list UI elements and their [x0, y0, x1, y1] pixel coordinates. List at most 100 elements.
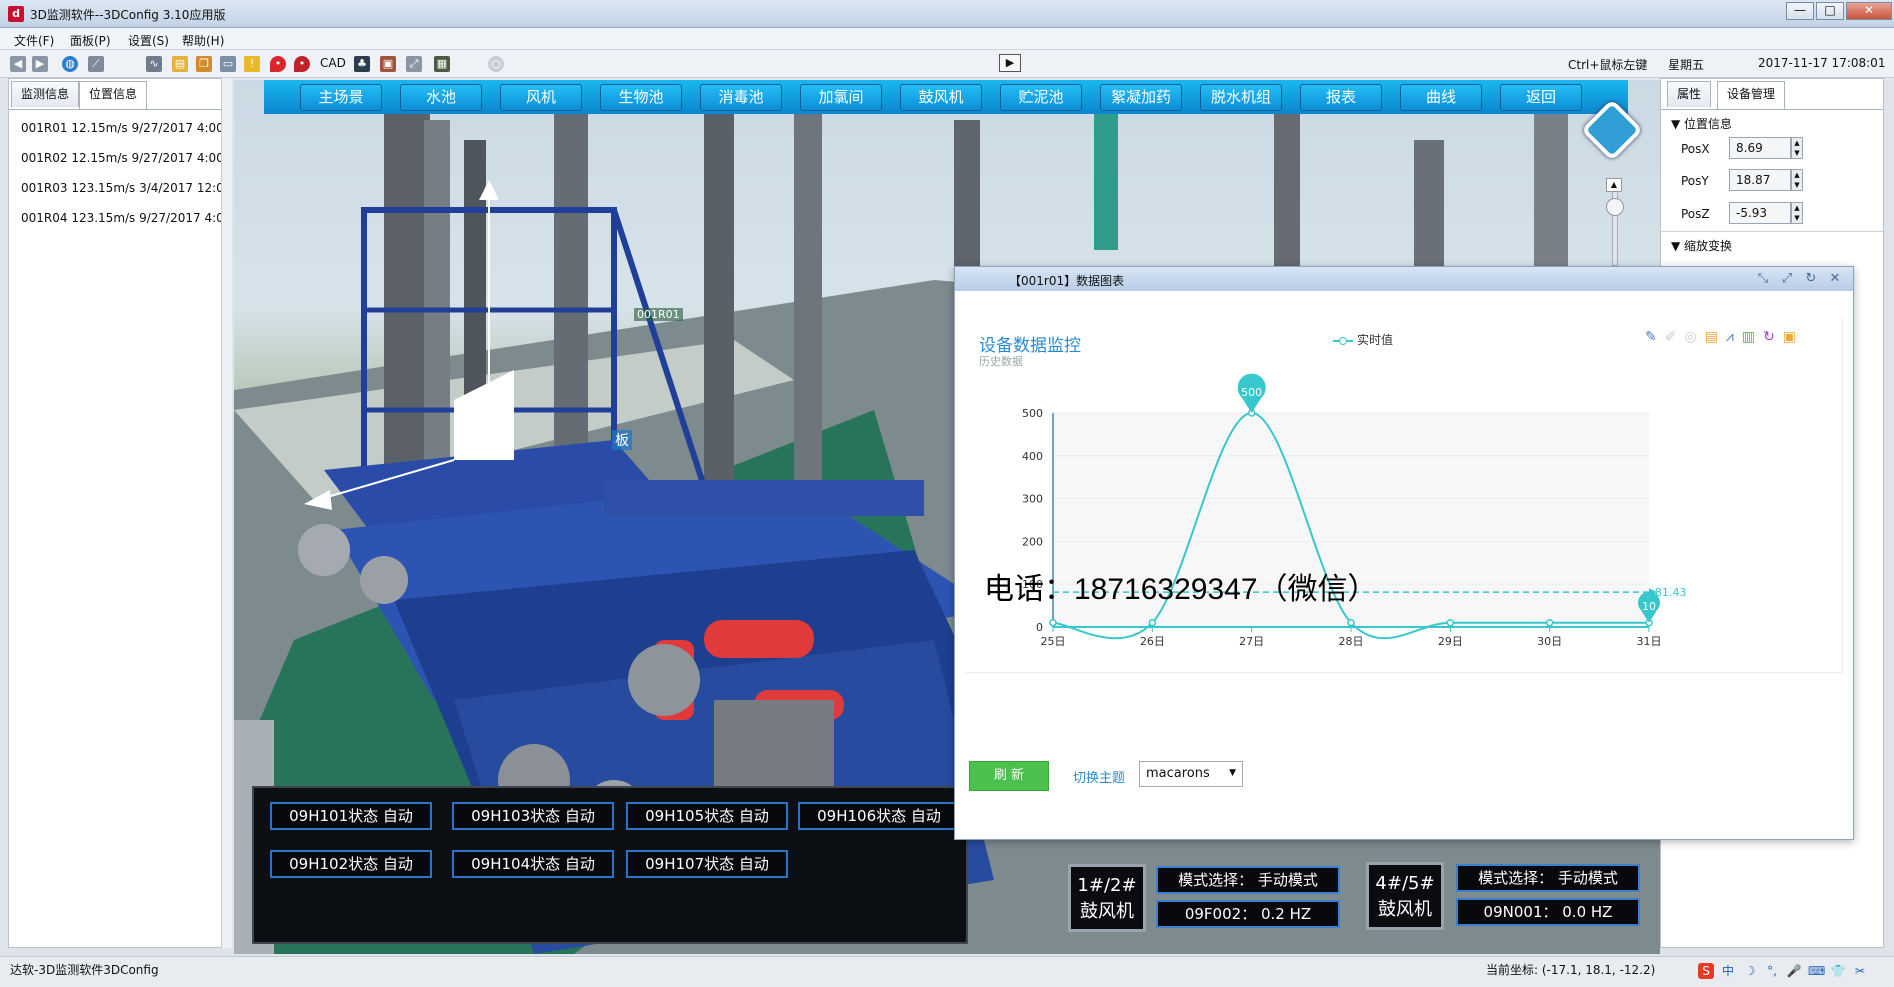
- posy-spinner[interactable]: ▲ ▼: [1791, 169, 1803, 191]
- blower-group-1-name: 鼓风机: [1080, 901, 1134, 922]
- x-tick-label: 27日: [1239, 635, 1264, 648]
- close-window-button[interactable]: ✕: [1846, 2, 1892, 20]
- list-item[interactable]: 001R03 123.15m/s 3/4/2017 12:0: [21, 181, 226, 195]
- blower-group-2-name: 鼓风机: [1378, 899, 1432, 920]
- ime-moon-icon[interactable]: ☽: [1742, 963, 1758, 979]
- status-09h104[interactable]: 09H104状态 自动: [452, 850, 614, 878]
- ime-skin-icon[interactable]: 👕: [1830, 963, 1846, 979]
- tab-properties[interactable]: 属性: [1667, 81, 1712, 107]
- menu-file[interactable]: 文件(F): [14, 32, 54, 49]
- blower-1-reading: 09F002： 0.2 HZ: [1156, 900, 1340, 928]
- posz-input[interactable]: -5.93: [1729, 202, 1791, 224]
- package-icon[interactable]: ▣: [380, 56, 396, 72]
- status-09h105[interactable]: 09H105状态 自动: [626, 802, 788, 830]
- zoom-up-arrow-icon[interactable]: ▲: [1606, 178, 1622, 192]
- posz-spinner[interactable]: ▲ ▼: [1791, 202, 1803, 224]
- window-icon[interactable]: ▭: [220, 56, 236, 72]
- posx-spinner[interactable]: ▲ ▼: [1791, 137, 1803, 159]
- nav-sludge-tank[interactable]: 贮泥池: [1000, 84, 1082, 111]
- globe-icon[interactable]: ◍: [62, 56, 78, 72]
- ime-mic-icon[interactable]: 🎤: [1786, 963, 1802, 979]
- close-icon[interactable]: ✕: [1825, 270, 1845, 288]
- chart-card: 设备数据监控 历史数据 实时值 ✎✐◎▤⩘▥↻▣ 0 100 200 300 400 50…: [965, 317, 1843, 673]
- expand-icon[interactable]: ⤢: [1777, 270, 1797, 288]
- nav-main-scene[interactable]: 主场景: [300, 84, 382, 111]
- minimize-button[interactable]: —: [1786, 2, 1814, 20]
- pin-icon[interactable]: •: [294, 56, 310, 72]
- play-button[interactable]: ▶: [999, 54, 1021, 72]
- pin-red-icon[interactable]: •: [270, 56, 286, 72]
- tab-position-info[interactable]: 位置信息: [79, 81, 148, 109]
- posy-input[interactable]: 18.87: [1729, 169, 1791, 191]
- theme-value: macarons: [1146, 766, 1210, 781]
- list-item[interactable]: 001R04 123.15m/s 9/27/2017 4:0: [21, 211, 226, 225]
- copy-icon[interactable]: ❐: [196, 56, 212, 72]
- gallery-icon[interactable]: ▦: [434, 56, 450, 72]
- data-point: [1545, 618, 1554, 627]
- section-divider: [1661, 231, 1883, 232]
- status-09h101[interactable]: 09H101状态 自动: [270, 802, 432, 830]
- section-scale-transform[interactable]: ▼ 缩放变换: [1671, 237, 1732, 254]
- open-folder-icon[interactable]: ▤: [172, 56, 188, 72]
- status-coordinates: 当前坐标: (-17.1, 18.1, -12.2): [1486, 963, 1656, 977]
- ime-chinese-icon[interactable]: 中: [1720, 963, 1736, 979]
- posx-input[interactable]: 8.69: [1729, 137, 1791, 159]
- x-tick-label: 29日: [1438, 635, 1463, 648]
- back-arrow-icon[interactable]: ◀: [10, 56, 26, 72]
- posy-label: PosY: [1681, 174, 1709, 188]
- status-09h107[interactable]: 09H107状态 自动: [626, 850, 788, 878]
- contact-watermark: 电话：18716329347（微信）: [984, 573, 1378, 606]
- device-tag-label[interactable]: 001R01: [634, 308, 683, 321]
- nav-pool[interactable]: 水池: [400, 84, 482, 111]
- ime-sogou-icon[interactable]: S: [1698, 963, 1714, 979]
- ime-keyboard-icon[interactable]: ⌨: [1808, 963, 1825, 979]
- list-item[interactable]: 001R02 12.15m/s 9/27/2017 4:00: [21, 151, 226, 165]
- ime-tools-icon[interactable]: ✂: [1852, 963, 1868, 979]
- nav-disinfection[interactable]: 消毒池: [700, 84, 782, 111]
- list-item[interactable]: 001R01 12.15m/s 9/27/2017 4:00: [21, 121, 226, 135]
- menu-help[interactable]: 帮助(H): [182, 32, 224, 49]
- nav-dewatering[interactable]: 脱水机组: [1200, 84, 1282, 111]
- nav-chlorination[interactable]: 加氯间: [800, 84, 882, 111]
- status-09h102[interactable]: 09H102状态 自动: [270, 850, 432, 878]
- tab-device-management[interactable]: 设备管理: [1717, 81, 1786, 109]
- section-position-info[interactable]: ▼ 位置信息: [1671, 115, 1732, 132]
- status-09h103[interactable]: 09H103状态 自动: [452, 802, 614, 830]
- shrink-icon[interactable]: ⤡: [1753, 270, 1773, 288]
- warning-icon[interactable]: !: [244, 56, 260, 72]
- link-icon[interactable]: ⟋: [88, 56, 104, 72]
- weekday-label: 星期五: [1668, 58, 1705, 72]
- theme-select[interactable]: macarons ▼: [1139, 761, 1243, 787]
- nav-flocculation[interactable]: 絮凝加药: [1100, 84, 1182, 111]
- nav-bio-pool[interactable]: 生物池: [600, 84, 682, 111]
- ime-punct-icon[interactable]: °,: [1764, 963, 1780, 979]
- route-icon[interactable]: ∿: [146, 56, 162, 72]
- left-panel-scrollbar[interactable]: [221, 78, 232, 948]
- fullscreen-icon[interactable]: ⤢: [406, 56, 422, 72]
- zoom-slider-knob[interactable]: [1606, 198, 1624, 216]
- blower-2-mode[interactable]: 模式选择： 手动模式: [1456, 864, 1640, 892]
- refresh-button[interactable]: 刷 新: [969, 761, 1049, 791]
- menu-settings[interactable]: 设置(S): [128, 32, 169, 49]
- nav-curve[interactable]: 曲线: [1400, 84, 1482, 111]
- blower-2-reading: 09N001： 0.0 HZ: [1456, 898, 1640, 926]
- maximize-button[interactable]: □: [1816, 2, 1844, 20]
- status-bar: 达软-3D监测软件3DConfig 当前坐标: (-17.1, 18.1, -1…: [0, 956, 1894, 987]
- refresh-icon[interactable]: ↻: [1801, 270, 1821, 288]
- tab-monitor-info[interactable]: 监测信息: [11, 81, 80, 107]
- org-chart-icon[interactable]: ♣: [354, 56, 370, 72]
- nav-report[interactable]: 报表: [1300, 84, 1382, 111]
- menu-panel[interactable]: 面板(P): [70, 32, 111, 49]
- nav-blower[interactable]: 鼓风机: [900, 84, 982, 111]
- forward-arrow-icon[interactable]: ▶: [32, 56, 48, 72]
- data-point: [1446, 618, 1455, 627]
- cad-label[interactable]: CAD: [320, 56, 346, 70]
- data-point: [1347, 618, 1355, 627]
- blower-1-mode[interactable]: 模式选择： 手动模式: [1156, 866, 1340, 894]
- dialog-header[interactable]: 【001r01】数据图表 ⤡ ⤢ ↻ ✕: [955, 267, 1853, 291]
- x-tick-label: 28日: [1339, 635, 1364, 648]
- status-09h106[interactable]: 09H106状态 自动: [798, 802, 960, 830]
- circle-icon[interactable]: ○: [488, 56, 504, 72]
- nav-fan[interactable]: 风机: [500, 84, 582, 111]
- nav-return[interactable]: 返回: [1500, 84, 1582, 111]
